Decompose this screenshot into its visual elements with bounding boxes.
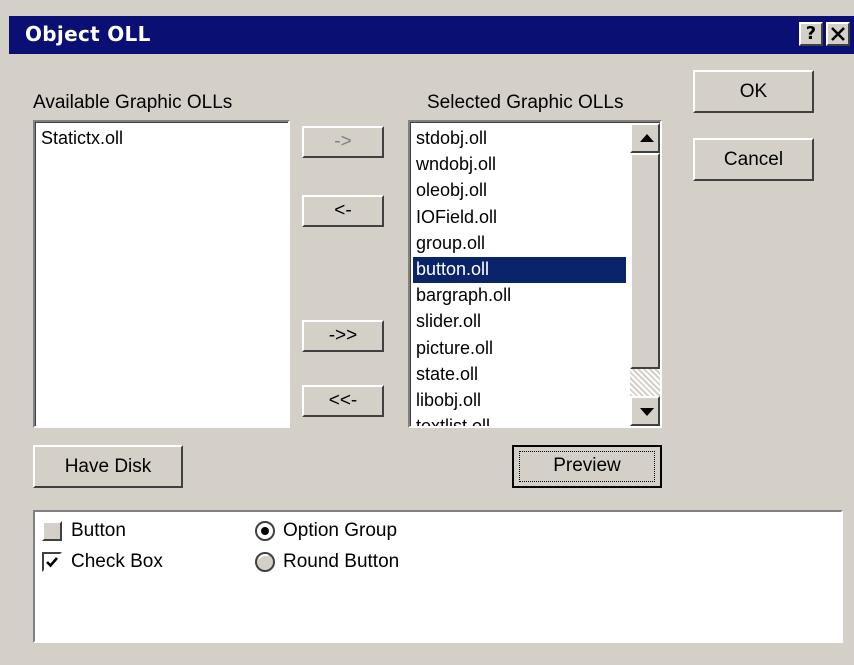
option-group-label: Option Group <box>283 520 398 541</box>
selected-list-item[interactable]: group.oll <box>413 231 626 257</box>
available-label: Available Graphic OLLs <box>33 92 233 113</box>
selected-list-item[interactable]: slider.oll <box>413 309 626 335</box>
selected-list-item[interactable]: state.oll <box>413 362 626 388</box>
remove-button[interactable]: <- <box>302 195 384 227</box>
sample-check-box-label: Check Box <box>71 551 163 572</box>
checkmark-icon <box>46 557 58 568</box>
selected-list-item[interactable]: libobj.oll <box>413 388 626 414</box>
sample-check-box[interactable] <box>42 552 62 572</box>
add-button[interactable]: -> <box>302 126 384 158</box>
selected-list-item[interactable]: textlist.oll <box>413 414 626 426</box>
selected-list-item[interactable]: oleobj.oll <box>413 178 626 204</box>
selected-listbox[interactable]: stdobj.oll wndobj.oll oleobj.oll IOField.ol… <box>408 120 662 428</box>
close-button[interactable] <box>826 22 850 46</box>
object-oll-dialog: Object OLL ? Available Graphic OLLs Sele… <box>0 0 854 665</box>
arrow-down-icon <box>640 408 654 416</box>
remove-all-button[interactable]: <<- <box>302 385 384 417</box>
round-button-icon[interactable] <box>255 552 275 572</box>
sample-button-label: Button <box>71 520 126 541</box>
have-disk-button[interactable]: Have Disk <box>33 445 183 488</box>
selected-list-item[interactable]: bargraph.oll <box>413 283 626 309</box>
arrow-up-icon <box>640 134 654 142</box>
round-button-label: Round Button <box>283 551 400 572</box>
preview-button[interactable]: Preview <box>512 445 662 488</box>
ok-button[interactable]: OK <box>693 70 814 113</box>
help-button[interactable]: ? <box>799 22 823 46</box>
available-list-inner: Statictx.oll <box>35 122 288 426</box>
selected-list-inner: stdobj.oll wndobj.oll oleobj.oll IOField.ol… <box>410 122 660 426</box>
selected-list-item[interactable]: stdobj.oll <box>413 126 626 152</box>
cancel-button[interactable]: Cancel <box>693 138 814 181</box>
title-bar[interactable]: Object OLL ? <box>9 16 854 54</box>
selected-list-item[interactable]: button.oll <box>413 257 626 283</box>
selected-list-item[interactable]: wndobj.oll <box>413 152 626 178</box>
close-icon <box>831 27 845 41</box>
selected-list-item[interactable]: IOField.oll <box>413 205 626 231</box>
vertical-scrollbar[interactable] <box>630 123 660 426</box>
selected-list-item[interactable]: picture.oll <box>413 336 626 362</box>
available-list-item[interactable]: Statictx.oll <box>38 126 123 152</box>
scroll-down-button[interactable] <box>630 396 660 426</box>
window-title: Object OLL <box>25 22 151 46</box>
available-listbox[interactable]: Statictx.oll <box>33 120 290 428</box>
add-all-button[interactable]: ->> <box>302 320 384 352</box>
focus-rectangle <box>519 451 655 482</box>
scroll-up-button[interactable] <box>630 123 660 153</box>
control-preview-area: Button Check Box Option Group Round Butt… <box>33 510 843 643</box>
sample-button[interactable] <box>42 521 62 541</box>
selected-label: Selected Graphic OLLs <box>427 92 624 113</box>
option-group-radio-icon[interactable] <box>255 521 275 541</box>
scroll-thumb[interactable] <box>630 153 660 369</box>
